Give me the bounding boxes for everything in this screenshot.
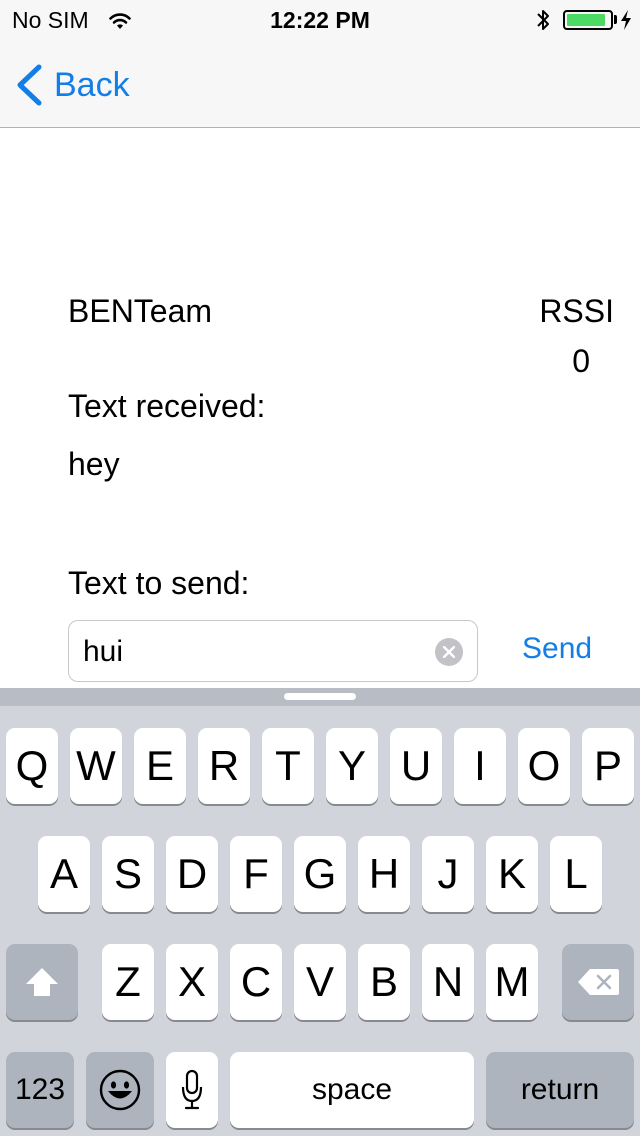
key-t[interactable]: T [262,728,314,804]
back-button[interactable]: Back [14,62,130,108]
battery-tip [614,15,617,24]
send-field-value: hui [83,635,124,668]
key-d[interactable]: D [166,836,218,912]
return-key[interactable]: return [486,1052,634,1128]
delete-icon [578,969,619,995]
charging-icon [621,10,631,30]
clear-text-button[interactable] [435,638,463,666]
key-b[interactable]: B [358,944,410,1020]
key-h[interactable]: H [358,836,410,912]
key-m[interactable]: M [486,944,538,1020]
key-c[interactable]: C [230,944,282,1020]
key-i[interactable]: I [454,728,506,804]
key-u[interactable]: U [390,728,442,804]
key-w[interactable]: W [70,728,122,804]
key-k[interactable]: K [486,836,538,912]
key-e[interactable]: E [134,728,186,804]
chevron-left-icon [17,64,42,106]
keyboard: QWERTYUIOP ASDFGHJKL ZXCVBNM 123 space r… [0,688,640,1136]
key-a[interactable]: A [38,836,90,912]
navigation-bar: Back [0,40,640,128]
dictation-key[interactable] [166,1052,218,1128]
key-y[interactable]: Y [326,728,378,804]
status-bar: No SIM 12:22 PM [0,0,640,40]
microphone-icon [181,1069,203,1110]
back-label: Back [54,65,130,104]
emoji-key[interactable] [86,1052,154,1128]
send-text-field[interactable]: hui [68,620,478,682]
battery-icon [563,10,613,30]
rssi-value: 0 [572,343,590,379]
send-label: Text to send: [68,565,250,601]
key-p[interactable]: P [582,728,634,804]
key-v[interactable]: V [294,944,346,1020]
delete-key[interactable] [562,944,634,1020]
key-s[interactable]: S [102,836,154,912]
keyboard-handle[interactable] [284,693,356,700]
device-name: BENTeam [68,293,213,329]
key-l[interactable]: L [550,836,602,912]
shift-key[interactable] [6,944,78,1020]
rssi-label: RSSI [539,293,614,329]
received-text: hey [68,446,120,482]
battery-level [567,14,605,26]
shift-icon [26,968,58,996]
key-r[interactable]: R [198,728,250,804]
send-button[interactable]: Send [522,632,592,666]
bluetooth-icon [537,10,549,30]
key-j[interactable]: J [422,836,474,912]
key-x[interactable]: X [166,944,218,1020]
space-key[interactable]: space [230,1052,474,1128]
key-n[interactable]: N [422,944,474,1020]
received-label: Text received: [68,388,266,424]
numbers-key[interactable]: 123 [6,1052,74,1128]
key-q[interactable]: Q [6,728,58,804]
keyboard-top-bar [0,688,640,706]
key-g[interactable]: G [294,836,346,912]
close-icon [443,646,455,658]
emoji-icon [99,1069,141,1111]
key-f[interactable]: F [230,836,282,912]
key-z[interactable]: Z [102,944,154,1020]
key-o[interactable]: O [518,728,570,804]
